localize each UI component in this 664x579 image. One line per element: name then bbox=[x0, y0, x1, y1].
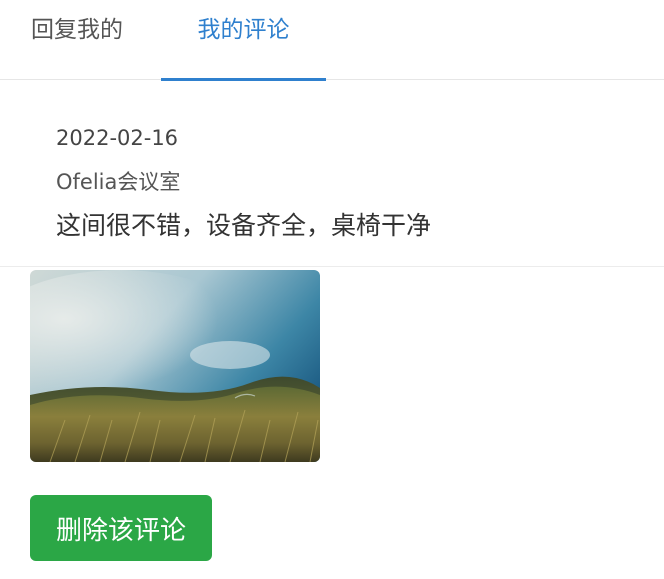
tab-replies-to-me[interactable]: 回复我的 bbox=[31, 0, 123, 80]
comment-room-name: Ofelia会议室 bbox=[56, 170, 181, 194]
comment-text: 这间很不错，设备齐全，桌椅干净 bbox=[56, 211, 432, 240]
comment-date: 2022-02-16 bbox=[56, 126, 179, 150]
landscape-photo-image bbox=[30, 270, 320, 462]
tab-my-comments[interactable]: 我的评论 bbox=[161, 0, 326, 81]
tab-replies-to-me-label: 回复我的 bbox=[31, 17, 123, 43]
tab-bar: 回复我的 我的评论 bbox=[0, 0, 664, 81]
tab-my-comments-label: 我的评论 bbox=[197, 17, 290, 43]
delete-comment-button[interactable]: 删除该评论 bbox=[30, 495, 212, 561]
comment-photo[interactable] bbox=[30, 270, 320, 462]
comment-divider bbox=[0, 266, 664, 267]
